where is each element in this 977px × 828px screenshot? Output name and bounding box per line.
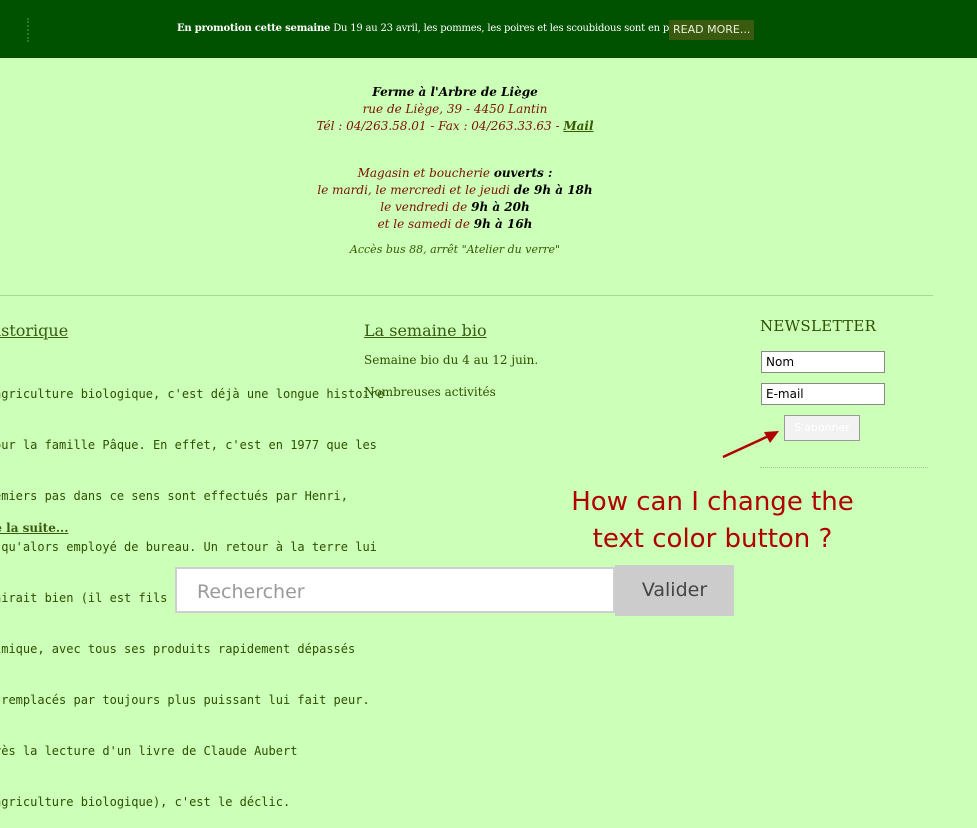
promo-divider: [27, 18, 31, 42]
promo-bar: En promotion cette semaine Du 19 au 23 a…: [0, 0, 977, 58]
shop-open: ouverts :: [493, 166, 553, 180]
historique-line: emiers pas dans ce sens sont effectués p…: [0, 489, 349, 503]
hours-fri: le vendredi de 9h à 20h: [0, 199, 910, 216]
newsletter-divider: [760, 467, 928, 468]
arrow-icon: [722, 431, 779, 459]
mail-link[interactable]: Mail: [563, 119, 593, 133]
annotation-line: text color button ?: [592, 524, 833, 554]
header-spacer: [0, 233, 910, 241]
annotation-text: How can I change the text color button ?: [540, 484, 885, 558]
hours-sat: et le samedi de 9h à 16h: [0, 216, 910, 233]
hours-time: 9h à 20h: [471, 200, 530, 214]
semaine-bio-text: Semaine bio du 4 au 12 juin.: [364, 353, 539, 367]
name-field[interactable]: Nom: [761, 351, 885, 373]
semaine-bio-activities: Nombreuses activités: [364, 385, 496, 399]
header-spacer: [0, 135, 910, 165]
hours-days: et le samedi de: [377, 217, 474, 231]
promo-title: En promotion cette semaine: [177, 23, 331, 34]
historique-line: our la famille Pâque. En effet, c'est en…: [0, 438, 377, 452]
farm-contact: Tél : 04/263.58.01 - Fax : 04/263.33.63 …: [0, 118, 910, 135]
historique-line: imique, avec tous ses produits rapidemen…: [0, 642, 356, 656]
historique-line: squ'alors employé de bureau. Un retour à…: [0, 540, 377, 554]
newsletter-title: NEWSLETTER: [760, 317, 877, 335]
shop-label: Magasin et boucherie: [357, 166, 494, 180]
historique-line: agriculture biologique), c'est le déclic…: [0, 795, 291, 809]
historique-title[interactable]: istorique: [0, 321, 68, 340]
hours-tue-thu: le mardi, le mercredi et le jeudi de 9h …: [0, 182, 910, 199]
phone-fax: Tél : 04/263.58.01 - Fax : 04/263.33.63 …: [316, 119, 564, 133]
search-button[interactable]: Valider: [615, 565, 734, 616]
historique-line: agriculture biologique, c'est déjà une l…: [0, 387, 385, 401]
promo-text: En promotion cette semaine Du 19 au 23 a…: [177, 23, 704, 34]
section-divider: [0, 295, 933, 296]
hours-time: 9h à 16h: [473, 217, 533, 231]
annotation-line: How can I change the: [571, 487, 854, 517]
search-input[interactable]: Rechercher: [175, 567, 615, 613]
shop-title: Magasin et boucherie ouverts :: [0, 165, 910, 182]
hours-time: de 9h à 18h: [513, 183, 593, 197]
read-more-link[interactable]: re la suite...: [0, 521, 68, 535]
semaine-bio-title[interactable]: La semaine bio: [364, 321, 487, 340]
historique-line: remplacés par toujours plus puissant lui…: [0, 693, 370, 707]
subscribe-button[interactable]: S'abonner: [784, 415, 860, 441]
hours-days: le mardi, le mercredi et le jeudi: [317, 183, 514, 197]
farm-address: rue de Liège, 39 - 4450 Lantin: [362, 102, 548, 116]
email-field[interactable]: E-mail: [761, 383, 885, 405]
promo-description: Du 19 au 23 avril, les pommes, les poire…: [333, 23, 704, 34]
hours-days: le vendredi de: [380, 200, 472, 214]
bus-info: Accès bus 88, arrêt "Atelier du verre": [349, 243, 561, 256]
farm-name: Ferme à l'Arbre de Liège: [372, 85, 538, 99]
read-more-button[interactable]: READ MORE...: [669, 20, 755, 40]
historique-line: rès la lecture d'un livre de Claude Aube…: [0, 744, 298, 758]
farm-header: Ferme à l'Arbre de Liège rue de Liège, 3…: [0, 84, 910, 258]
